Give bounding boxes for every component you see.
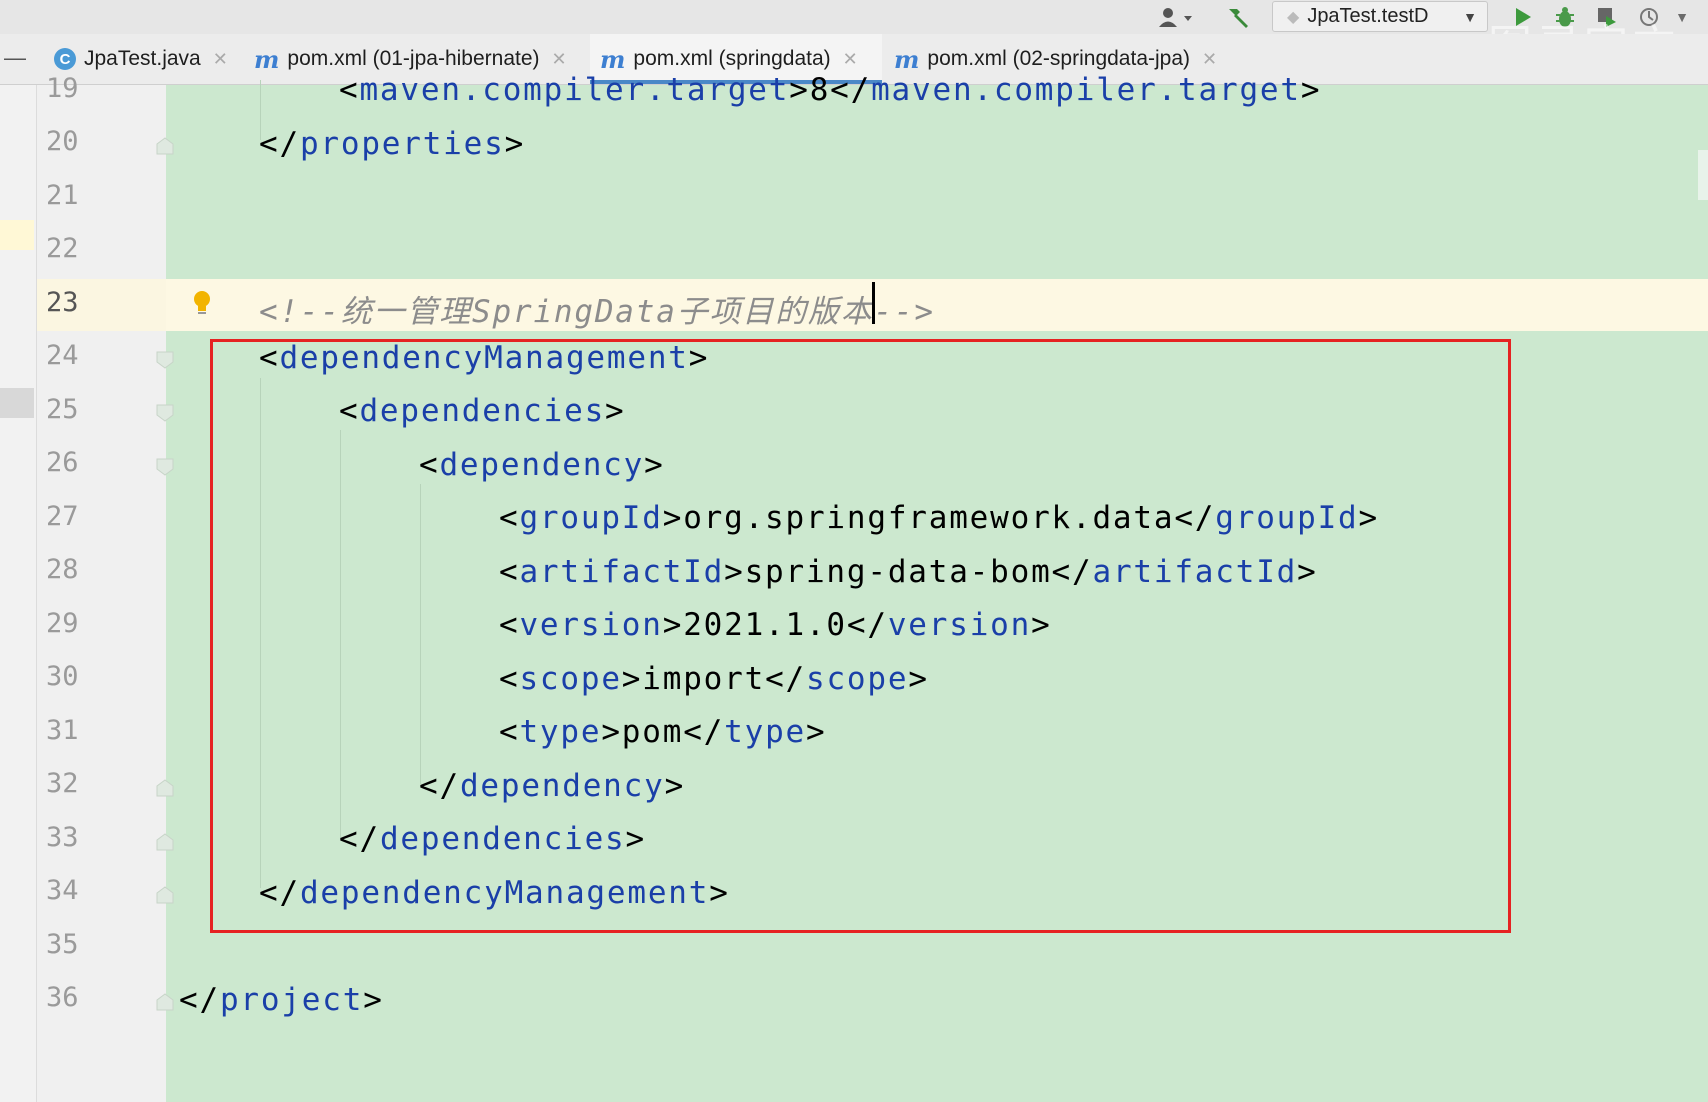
hammer-icon[interactable] <box>1222 4 1254 30</box>
line-number: 32 <box>46 768 79 799</box>
close-icon[interactable]: ✕ <box>213 49 228 70</box>
user-icon[interactable] <box>1154 4 1198 30</box>
strip-marker <box>0 220 34 250</box>
line-number: 31 <box>46 715 79 746</box>
main-toolbar: ◆ JpaTest.testD ▼ ▼ 图灵官方 <box>0 0 1708 72</box>
code-line-36[interactable]: </project> <box>179 982 384 1018</box>
tab-label: pom.xml (springdata) <box>633 47 831 70</box>
line-number: 22 <box>46 233 79 264</box>
fold-end-icon[interactable] <box>154 135 176 157</box>
fold-end-icon[interactable] <box>154 777 176 799</box>
highlight-annotation-box <box>210 339 1511 933</box>
fold-end-icon[interactable] <box>154 831 176 853</box>
fold-start-icon[interactable] <box>154 456 176 478</box>
lightbulb-icon[interactable] <box>191 289 213 317</box>
line-number: 26 <box>46 447 79 478</box>
code-line-19[interactable]: <maven.compiler.target>8</maven.compiler… <box>339 72 1321 108</box>
maven-icon: m <box>894 44 920 74</box>
close-icon[interactable]: ✕ <box>843 49 858 70</box>
line-number: 25 <box>46 394 79 425</box>
line-number: 27 <box>46 501 79 532</box>
line-number: 24 <box>46 340 79 371</box>
text-cursor <box>872 282 875 324</box>
line-number: 23 <box>46 287 79 318</box>
fold-start-icon[interactable] <box>154 402 176 424</box>
close-icon[interactable]: ✕ <box>552 49 567 70</box>
code-line-20[interactable]: </properties> <box>259 126 525 162</box>
tab-label: pom.xml (02-springdata-jpa) <box>927 47 1191 70</box>
maven-icon: m <box>254 44 280 74</box>
run-configuration-selector[interactable]: ◆ JpaTest.testD ▼ <box>1272 1 1488 32</box>
minimize-icon[interactable]: — <box>4 47 30 69</box>
java-class-icon: C <box>54 48 76 70</box>
line-number: 28 <box>46 554 79 585</box>
chevron-down-icon: ▼ <box>1463 8 1477 25</box>
fold-start-icon[interactable] <box>154 349 176 371</box>
fold-end-icon[interactable] <box>154 884 176 906</box>
run-config-label: JpaTest.testD <box>1307 5 1429 27</box>
fold-end-icon[interactable] <box>154 991 176 1013</box>
scrollbar-marker[interactable] <box>1698 150 1708 200</box>
line-number: 21 <box>46 180 79 211</box>
tab-label: JpaTest.java <box>84 47 201 70</box>
close-icon[interactable]: ✕ <box>1202 49 1217 70</box>
line-number: 20 <box>46 126 79 157</box>
tab-label: pom.xml (01-jpa-hibernate) <box>287 47 540 70</box>
line-number: 35 <box>46 929 79 960</box>
run-config-type-icon: ◆ <box>1287 8 1300 26</box>
line-number: 36 <box>46 982 79 1013</box>
line-number: 19 <box>46 73 79 104</box>
maven-icon: m <box>600 44 626 74</box>
line-number: 33 <box>46 822 79 853</box>
line-number: 29 <box>46 608 79 639</box>
strip-marker <box>0 388 34 418</box>
code-line-23-comment[interactable]: <!--统一管理SpringData子项目的版本--> <box>259 286 935 331</box>
line-number: 30 <box>46 661 79 692</box>
line-number: 34 <box>46 875 79 906</box>
